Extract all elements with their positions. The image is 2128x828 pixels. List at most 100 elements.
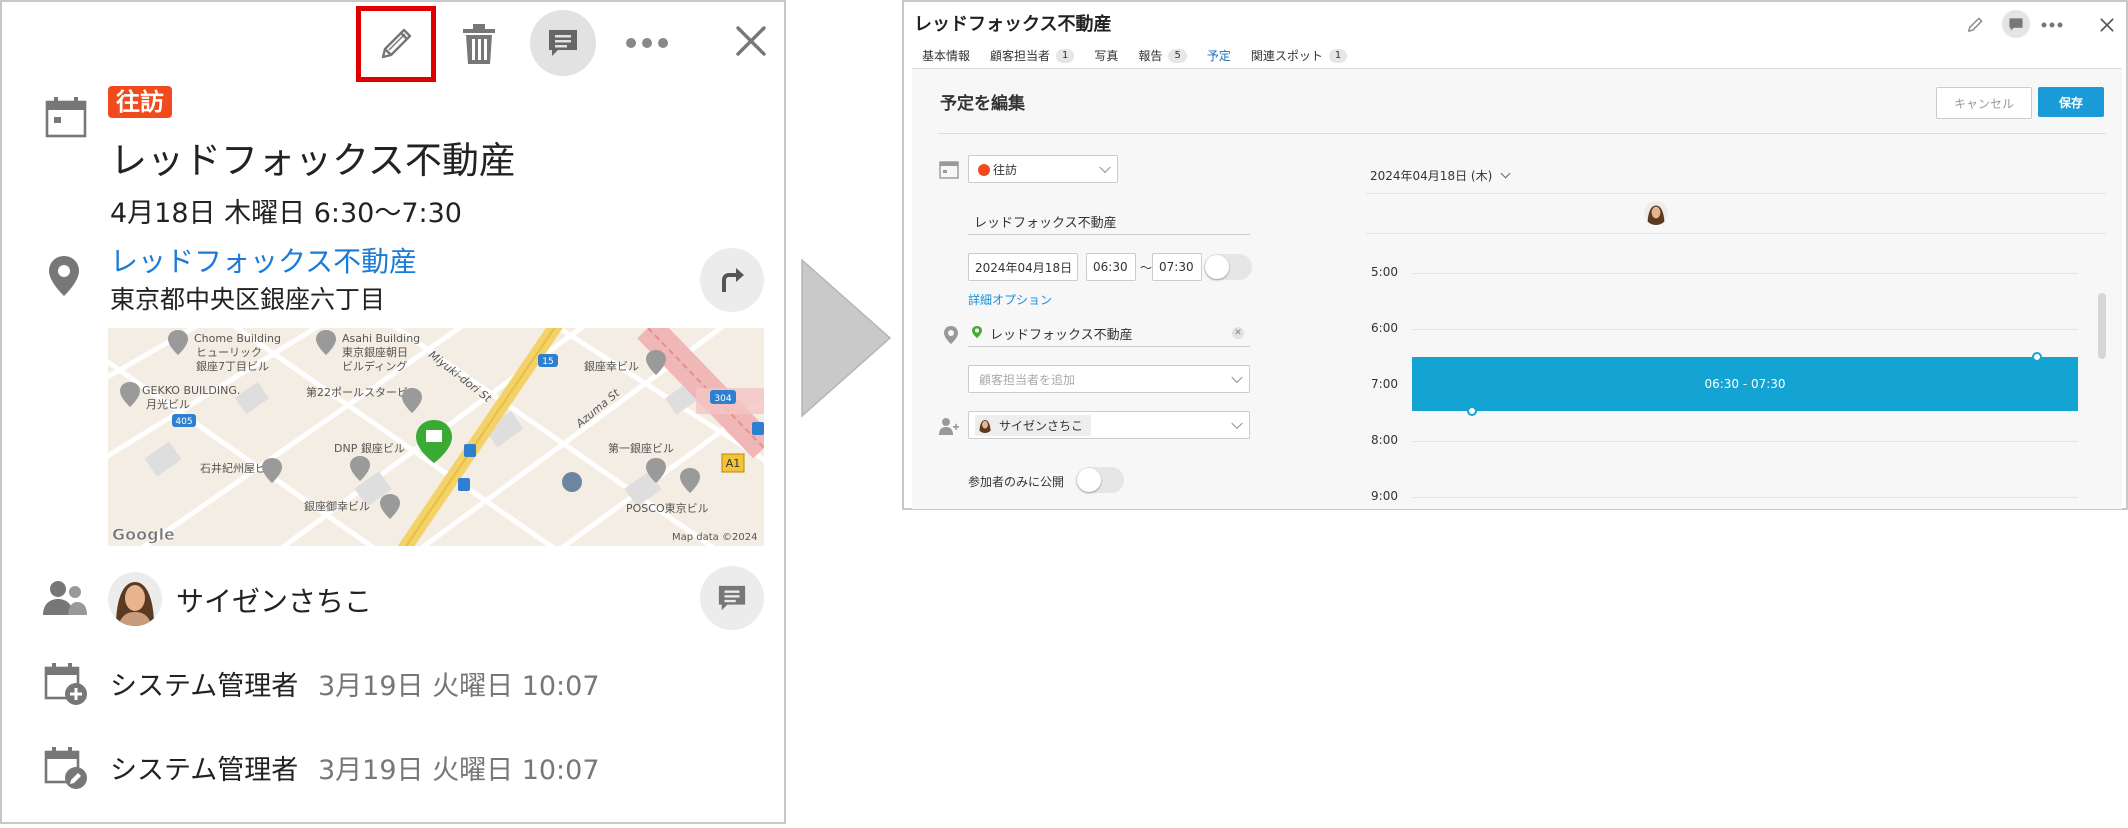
- map-label: 銀座御幸ビル: [304, 499, 370, 513]
- clear-location-button[interactable]: ✕: [1232, 327, 1244, 339]
- chevron-down-icon: [1231, 371, 1243, 384]
- map-label: POSCO東京ビル: [626, 501, 709, 515]
- map-label: ビルディング: [342, 359, 407, 373]
- calendar-add-icon: [44, 663, 87, 705]
- allday-toggle[interactable]: [1204, 254, 1252, 280]
- more-button[interactable]: [2040, 16, 2064, 34]
- end-time-input[interactable]: 07:30: [1152, 253, 1202, 281]
- trash-icon: [463, 24, 495, 64]
- tab-photos[interactable]: 写真: [1084, 44, 1128, 68]
- map-attribution: Map data ©2024: [672, 532, 757, 543]
- calendar-event-block[interactable]: 06:30 - 07:30: [1412, 357, 2078, 411]
- chevron-down-icon: [1500, 168, 1511, 179]
- updated-by: システム管理者: [110, 755, 299, 786]
- time-separator: 〜: [1140, 261, 1153, 275]
- svg-text:15: 15: [542, 357, 553, 367]
- map-label: 月光ビル: [146, 397, 190, 411]
- participants-select[interactable]: サイゼンさちこ: [968, 411, 1250, 439]
- chevron-down-icon: [1231, 417, 1243, 430]
- spot-pin-icon: [972, 326, 982, 338]
- detail-options-link[interactable]: 詳細オプション: [968, 291, 1052, 308]
- updated-at: 3月19日 火曜日 10:07: [318, 755, 600, 786]
- event-type-select[interactable]: 往訪: [968, 155, 1118, 183]
- pencil-icon: [381, 28, 412, 59]
- edit-button[interactable]: [356, 6, 436, 82]
- hour-line: [1412, 273, 2078, 274]
- pencil-icon: [1968, 17, 1983, 32]
- map-label: 第一銀座ビル: [608, 441, 674, 455]
- map-canvas: Chome Building ヒューリック 銀座7丁目ビル Asahi Buil…: [108, 328, 764, 546]
- more-icon: [626, 38, 668, 48]
- participants-icon: [43, 581, 87, 615]
- event-type-tag: 往訪: [108, 86, 172, 118]
- map-label: Asahi Building: [342, 332, 420, 345]
- count-badge: 5: [1168, 49, 1187, 63]
- participant-chip: サイゼンさちこ: [975, 414, 1092, 436]
- event-detail-panel: 往訪 レッドフォックス不動産 4月18日 木曜日 6:30〜7:30 レッドフォ…: [0, 0, 786, 824]
- location-input[interactable]: レッドフォックス不動産 ✕: [968, 319, 1250, 347]
- tab-related-spots[interactable]: 関連スポット 1: [1241, 44, 1357, 68]
- comment-button[interactable]: [530, 10, 596, 76]
- close-icon: [736, 26, 766, 56]
- customer-contact-select[interactable]: 顧客担当者を追加: [968, 365, 1250, 393]
- location-address: 東京都中央区銀座六丁目: [110, 285, 386, 314]
- location-pin-icon: [944, 326, 958, 344]
- divider: [1366, 233, 2106, 234]
- participant-chat-button[interactable]: [700, 566, 764, 630]
- chat-icon: [718, 585, 746, 611]
- edit-button[interactable]: [1964, 14, 1986, 36]
- map-label: 東京銀座朝日: [342, 345, 408, 359]
- delete-button[interactable]: [454, 16, 504, 72]
- created-at: 3月19日 火曜日 10:07: [318, 671, 600, 702]
- calendar-edit-icon: [44, 747, 87, 789]
- hour-line: [1412, 497, 2078, 498]
- private-toggle[interactable]: [1076, 467, 1124, 493]
- tab-bar: 基本情報 顧客担当者 1 写真 報告 5 予定 関連スポット 1: [912, 44, 1357, 70]
- event-datetime: 4月18日 木曜日 6:30〜7:30: [110, 198, 462, 229]
- event-resize-handle-bottom[interactable]: [1467, 406, 1477, 416]
- calendar-date-selector[interactable]: 2024年04月18日 (木): [1370, 167, 1511, 184]
- map-label: 銀座幸ビル: [584, 359, 639, 373]
- calendar-participant-avatar: [1644, 201, 1668, 225]
- cancel-button[interactable]: キャンセル: [1936, 87, 2032, 119]
- participant-name: サイゼンさちこ: [176, 585, 373, 618]
- save-button[interactable]: 保存: [2038, 87, 2104, 117]
- tab-customer-contacts[interactable]: 顧客担当者 1: [980, 44, 1084, 68]
- hour-label: 5:00: [1371, 265, 1398, 279]
- comment-button[interactable]: [2002, 10, 2030, 38]
- map-label: Chome Building: [194, 332, 281, 345]
- svg-text:405: 405: [175, 417, 192, 427]
- chat-icon: [2009, 17, 2023, 31]
- location-link[interactable]: レッドフォックス不動産: [110, 240, 417, 280]
- date-input[interactable]: 2024年04月18日: [968, 253, 1078, 281]
- hour-label: 6:00: [1371, 321, 1398, 335]
- map-label: ヒューリック: [196, 346, 262, 359]
- divider: [1366, 193, 2106, 194]
- more-button[interactable]: [622, 26, 672, 60]
- hour-line: [1412, 441, 2078, 442]
- calendar-scrollbar[interactable]: [2098, 293, 2106, 359]
- type-color-dot: [978, 164, 990, 176]
- tab-basic-info[interactable]: 基本情報: [912, 44, 980, 68]
- chevron-down-icon: [1099, 161, 1111, 174]
- svg-text:A1: A1: [726, 457, 741, 470]
- title-input[interactable]: レッドフォックス不動産: [968, 207, 1250, 235]
- directions-button[interactable]: [700, 248, 764, 312]
- location-map[interactable]: Chome Building ヒューリック 銀座7丁目ビル Asahi Buil…: [108, 328, 764, 546]
- svg-text:304: 304: [714, 394, 731, 404]
- calendar-icon: [45, 97, 87, 138]
- edit-schedule-window: レッドフォックス不動産 基本情報 顧客担当者 1 写真 報告 5 予定 関連スポット…: [902, 0, 2128, 510]
- map-label: DNP 銀座ビル: [334, 441, 405, 455]
- tab-schedule[interactable]: 予定: [1196, 44, 1241, 70]
- close-button[interactable]: [2096, 14, 2118, 36]
- map-provider-logo: Google: [112, 525, 175, 544]
- arrow-right-icon: [801, 258, 892, 418]
- close-button[interactable]: [728, 18, 774, 64]
- hour-label: 9:00: [1371, 489, 1398, 503]
- directions-icon: [722, 268, 744, 292]
- hour-label: 8:00: [1371, 433, 1398, 447]
- event-resize-handle-top[interactable]: [2032, 352, 2042, 362]
- divider: [938, 133, 2106, 134]
- start-time-input[interactable]: 06:30: [1086, 253, 1136, 281]
- tab-reports[interactable]: 報告 5: [1128, 44, 1196, 68]
